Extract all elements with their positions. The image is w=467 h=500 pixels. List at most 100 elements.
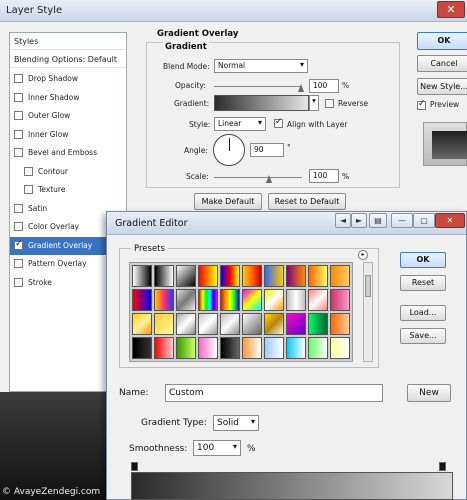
document-icon[interactable]: ▤ — [369, 213, 387, 228]
scale-slider[interactable] — [214, 177, 302, 178]
cancel-button[interactable]: Cancel — [417, 55, 467, 72]
blending-options-item[interactable]: Blending Options: Default — [10, 51, 126, 68]
preset-swatch[interactable] — [198, 289, 218, 311]
style-select[interactable]: Linear — [214, 117, 266, 131]
style-item-checkbox[interactable] — [24, 166, 33, 176]
angle-dial[interactable] — [213, 134, 245, 166]
preset-swatch[interactable] — [220, 289, 240, 311]
preset-swatch[interactable] — [242, 337, 262, 359]
close-button[interactable]: ✕ — [437, 1, 465, 18]
reverse-checkbox[interactable] — [325, 99, 334, 108]
back-icon[interactable]: ◄ — [335, 213, 351, 228]
angle-input[interactable]: 90 — [250, 143, 284, 157]
align-with-layer-checkbox[interactable] — [274, 117, 283, 128]
style-item[interactable]: Texture — [10, 181, 126, 199]
preset-swatch[interactable] — [132, 265, 152, 287]
preset-swatch[interactable] — [154, 289, 174, 311]
preset-swatch[interactable] — [286, 289, 306, 311]
smoothness-input[interactable]: 100 — [193, 440, 241, 456]
style-item-checkbox[interactable] — [14, 111, 23, 120]
preset-swatch[interactable] — [286, 265, 306, 287]
opacity-stop-left[interactable] — [131, 462, 138, 471]
preview-checkbox[interactable] — [417, 99, 426, 110]
scale-input[interactable]: 100 — [309, 169, 339, 183]
preset-swatch[interactable] — [242, 289, 262, 311]
preset-swatch[interactable] — [154, 265, 174, 287]
gradient-editor-close-button[interactable]: ✕ — [435, 213, 465, 228]
gradient-dropdown-arrow[interactable]: ▾ — [309, 95, 319, 111]
preset-swatch[interactable] — [154, 337, 174, 359]
blend-mode-select[interactable]: Normal — [214, 59, 308, 73]
preset-swatch[interactable] — [198, 265, 218, 287]
new-gradient-button[interactable]: New — [407, 384, 451, 402]
style-item[interactable]: Contour — [10, 163, 126, 181]
preset-swatch[interactable] — [330, 265, 350, 287]
presets-scrollbar[interactable] — [363, 262, 373, 362]
style-item-checkbox[interactable] — [14, 74, 23, 83]
style-item[interactable]: Bevel and Emboss — [10, 144, 126, 162]
opacity-stop-right[interactable] — [439, 462, 446, 471]
preset-swatch[interactable] — [308, 337, 328, 359]
preset-swatch[interactable] — [264, 265, 284, 287]
preset-swatch[interactable] — [308, 313, 328, 335]
preset-swatch[interactable] — [176, 265, 196, 287]
ok-button[interactable]: OK — [417, 32, 467, 50]
preset-swatch[interactable] — [154, 313, 174, 335]
preset-swatch[interactable] — [176, 313, 196, 335]
gradient-type-select[interactable]: Solid — [213, 415, 259, 431]
style-item[interactable]: Inner Shadow — [10, 89, 126, 107]
reset-to-default-button[interactable]: Reset to Default — [268, 193, 346, 210]
preset-swatch[interactable] — [264, 337, 284, 359]
preset-swatch[interactable] — [132, 337, 152, 359]
gradient-editor-reset-button[interactable]: Reset — [400, 275, 446, 291]
preset-swatch[interactable] — [308, 289, 328, 311]
preset-swatch[interactable] — [198, 313, 218, 335]
style-item[interactable]: Outer Glow — [10, 107, 126, 125]
opacity-input[interactable]: 100 — [309, 79, 339, 93]
style-item-checkbox[interactable] — [14, 203, 23, 213]
preset-swatch[interactable] — [330, 313, 350, 335]
preset-swatch[interactable] — [220, 265, 240, 287]
preset-swatch[interactable] — [242, 265, 262, 287]
load-button[interactable]: Load... — [400, 305, 446, 321]
opacity-slider[interactable] — [214, 86, 302, 87]
preset-swatch[interactable] — [198, 337, 218, 359]
new-style-button[interactable]: New Style... — [417, 78, 467, 95]
style-item-checkbox[interactable] — [14, 277, 23, 287]
preset-swatch[interactable] — [286, 313, 306, 335]
preset-swatch[interactable] — [286, 337, 306, 359]
make-default-button[interactable]: Make Default — [194, 193, 262, 210]
preset-swatch[interactable] — [132, 289, 152, 311]
style-item-checkbox[interactable] — [14, 129, 23, 139]
preset-swatch[interactable] — [220, 313, 240, 335]
style-item[interactable]: Inner Glow — [10, 126, 126, 144]
gradient-editor-ok-button[interactable]: OK — [400, 252, 446, 268]
name-input[interactable]: Custom — [165, 384, 383, 402]
gradient-picker[interactable] — [214, 95, 309, 111]
style-item-checkbox[interactable] — [14, 222, 23, 231]
preset-swatch[interactable] — [220, 337, 240, 359]
presets-scrollbar-thumb[interactable] — [365, 275, 371, 297]
style-item-checkbox[interactable] — [14, 259, 23, 268]
preset-swatch[interactable] — [132, 313, 152, 335]
preset-swatch[interactable] — [264, 313, 284, 335]
preset-swatch[interactable] — [242, 313, 262, 335]
minimize-button[interactable]: — — [391, 213, 413, 228]
preset-swatch[interactable] — [330, 289, 350, 311]
presets-menu-arrow-icon[interactable]: ▸ — [358, 250, 368, 260]
styles-header[interactable]: Styles — [10, 33, 126, 50]
gradient-preview-bar[interactable] — [131, 472, 453, 500]
preset-swatch[interactable] — [176, 289, 196, 311]
preset-swatch[interactable] — [264, 289, 284, 311]
style-item[interactable]: Drop Shadow — [10, 70, 126, 88]
maximize-button[interactable]: ▢ — [413, 213, 435, 228]
style-item-checkbox[interactable] — [14, 239, 23, 250]
forward-icon[interactable]: ► — [351, 213, 367, 228]
preset-swatch[interactable] — [330, 337, 350, 359]
save-button[interactable]: Save... — [400, 328, 446, 344]
preset-swatch[interactable] — [308, 265, 328, 287]
preset-swatch[interactable] — [176, 337, 196, 359]
style-item-checkbox[interactable] — [24, 185, 33, 194]
style-item-checkbox[interactable] — [14, 148, 23, 157]
style-item-checkbox[interactable] — [14, 92, 23, 102]
